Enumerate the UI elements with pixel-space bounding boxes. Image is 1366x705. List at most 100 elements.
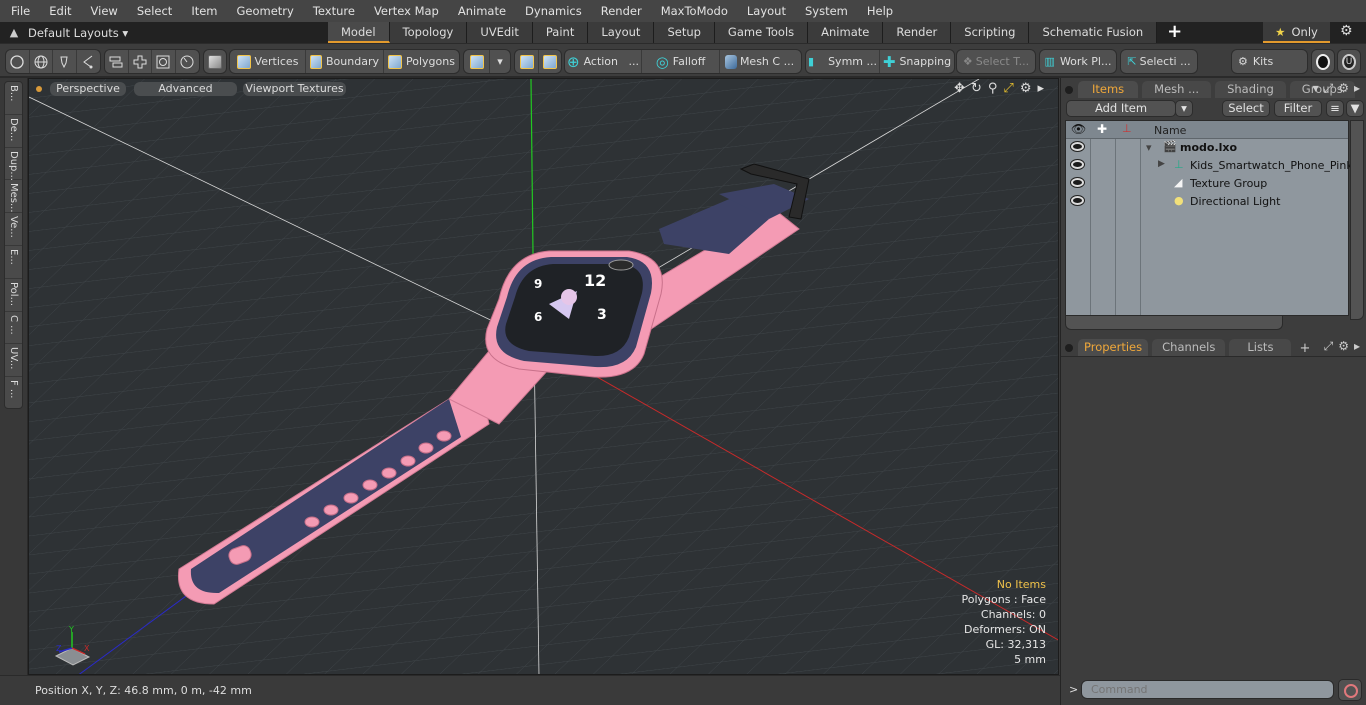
menu-help[interactable]: Help	[856, 4, 901, 18]
move-view-icon[interactable]: ✥	[954, 81, 965, 96]
tree-row[interactable]: ◢ Texture Group	[1066, 175, 1348, 193]
tab-topology[interactable]: Topology	[389, 22, 468, 43]
vtab-curve[interactable]: C ...	[5, 312, 22, 345]
tab-model[interactable]: Model	[328, 22, 390, 43]
chevron-right-icon[interactable]: ▸	[1354, 339, 1360, 354]
tab-properties[interactable]: Properties	[1078, 339, 1149, 356]
menu-maxtomodo[interactable]: MaxToModo	[650, 4, 736, 18]
tab-layout[interactable]: Layout	[588, 22, 655, 43]
chevron-right-icon[interactable]: ▸	[1037, 81, 1044, 96]
tab-channels[interactable]: Channels	[1152, 339, 1226, 356]
panel-gear-icon[interactable]: ⚙	[1338, 339, 1349, 354]
vtab-basic[interactable]: B...	[5, 82, 22, 115]
select-button[interactable]: Select	[1222, 100, 1270, 117]
record-macro-button[interactable]	[1338, 679, 1362, 701]
collapse-arrow-icon[interactable]: ▾	[1146, 141, 1152, 154]
vtab-mesh-edit[interactable]: Mes...	[5, 180, 22, 214]
tab-setup[interactable]: Setup	[654, 22, 715, 43]
menu-render[interactable]: Render	[590, 4, 650, 18]
view-mode-button[interactable]: Perspective	[50, 82, 126, 96]
tab-render[interactable]: Render	[883, 22, 952, 43]
add-tab-button[interactable]: +	[1295, 341, 1314, 356]
path-button[interactable]	[77, 50, 100, 73]
mesh-constraint-button[interactable]: Mesh C ...	[720, 50, 799, 73]
tree-row[interactable]: ● Directional Light	[1066, 193, 1348, 211]
symmetry-button[interactable]: ▮ Symm ...	[806, 50, 880, 73]
menu-edit[interactable]: Edit	[38, 4, 79, 18]
tab-uvedit[interactable]: UVEdit	[467, 22, 533, 43]
tab-items[interactable]: Items	[1078, 81, 1139, 98]
filter-button[interactable]: Filter	[1274, 100, 1322, 117]
expand-icon[interactable]: ⤢	[1324, 81, 1334, 96]
pen-button[interactable]	[53, 50, 77, 73]
dial-button[interactable]	[176, 50, 199, 73]
tab-scripting[interactable]: Scripting	[951, 22, 1030, 43]
cross-button[interactable]	[129, 50, 153, 73]
tab-animate[interactable]: Animate	[808, 22, 884, 43]
action-center-button[interactable]: ⊕ Action ...	[565, 50, 642, 73]
menu-texture[interactable]: Texture	[302, 4, 363, 18]
rotate-view-icon[interactable]: ↻	[971, 81, 982, 96]
item-mode-button[interactable]	[204, 50, 226, 73]
vertices-button[interactable]: Vertices	[230, 50, 306, 73]
panel-dot-icon[interactable]	[1065, 86, 1073, 94]
3d-viewport[interactable]: 12 9 3 6 Y X Z Perspective Advanced View…	[28, 78, 1059, 675]
work-plane-button[interactable]: ▥ Work Pl...	[1040, 50, 1116, 73]
tree-row[interactable]: ▾ 🎬 modo.lxo	[1066, 139, 1348, 157]
tab-shading[interactable]: Shading	[1215, 81, 1286, 98]
unreal-button[interactable]: U	[1338, 50, 1360, 73]
only-toggle[interactable]: ★ Only	[1263, 22, 1330, 43]
tree-row[interactable]: ▶ ⊥ Kids_Smartwatch_Phone_Pink	[1066, 157, 1353, 175]
list-options-button[interactable]: ≡	[1326, 100, 1344, 117]
shading-mode-button[interactable]: Advanced	[134, 82, 237, 96]
circle-select-button[interactable]	[6, 50, 30, 73]
zoom-view-icon[interactable]: ⚲	[988, 81, 998, 96]
layouts-dropdown[interactable]: Default Layouts ▾	[28, 26, 328, 40]
boundary-button[interactable]: Boundary	[306, 50, 384, 73]
command-input[interactable]	[1081, 680, 1334, 699]
vtab-duplicate[interactable]: Dup...	[5, 148, 22, 181]
align-button[interactable]	[105, 50, 129, 73]
unity-button[interactable]	[1312, 50, 1334, 73]
collapse-up-icon[interactable]: ▲	[0, 26, 28, 39]
center-button[interactable]	[539, 50, 561, 73]
funnel-icon[interactable]: ▼	[1346, 100, 1364, 117]
expand-icon[interactable]: ⤢	[1324, 339, 1334, 354]
add-tab-button[interactable]: +	[1157, 22, 1192, 43]
chevron-right-icon[interactable]: ▸	[1354, 81, 1360, 96]
gear-icon[interactable]: ⚙	[1340, 23, 1353, 39]
menu-item[interactable]: Item	[180, 4, 225, 18]
tab-mesh[interactable]: Mesh ...	[1142, 81, 1212, 98]
falloff-button[interactable]: ◎ Falloff	[642, 50, 720, 73]
menu-geometry[interactable]: Geometry	[226, 4, 302, 18]
expand-arrow-icon[interactable]: ▶	[1158, 159, 1165, 169]
panel-gear-icon[interactable]: ⚙	[1338, 81, 1349, 96]
add-item-dropdown[interactable]: ▾	[1175, 100, 1193, 117]
menu-layout[interactable]: Layout	[736, 4, 794, 18]
viewport-gear-icon[interactable]: ⚙	[1020, 81, 1032, 96]
visibility-eye-icon[interactable]	[1071, 160, 1084, 169]
frame-button[interactable]	[152, 50, 176, 73]
add-item-button[interactable]: Add Item	[1066, 100, 1176, 117]
maximize-icon[interactable]: ⤢	[1003, 81, 1013, 96]
vtab-fusion[interactable]: F ...	[5, 377, 22, 410]
menu-vertex-map[interactable]: Vertex Map	[363, 4, 447, 18]
globe-button[interactable]	[30, 50, 54, 73]
menu-view[interactable]: View	[80, 4, 126, 18]
visibility-eye-icon[interactable]	[1071, 142, 1084, 151]
tree-vertical-scrollbar[interactable]	[1350, 120, 1364, 320]
kits-button[interactable]: ⚙ Kits	[1232, 50, 1307, 73]
viewport-options-dot[interactable]	[36, 86, 42, 92]
vtab-edge[interactable]: E...	[5, 246, 22, 279]
visibility-eye-icon[interactable]	[1071, 178, 1084, 187]
select-through-button[interactable]: ❖ Select T...	[957, 50, 1035, 73]
menu-animate[interactable]: Animate	[447, 4, 514, 18]
tab-lists[interactable]: Lists	[1229, 339, 1292, 356]
tree-horizontal-scrollbar[interactable]	[1065, 316, 1283, 330]
menu-file[interactable]: File	[0, 4, 38, 18]
menu-select[interactable]: Select	[126, 4, 180, 18]
name-column-header[interactable]: Name	[1154, 124, 1186, 137]
viewport-textures-button[interactable]: Viewport Textures	[243, 82, 346, 96]
tab-schematic-fusion[interactable]: Schematic Fusion	[1029, 22, 1158, 43]
visibility-eye-icon[interactable]	[1071, 196, 1084, 205]
